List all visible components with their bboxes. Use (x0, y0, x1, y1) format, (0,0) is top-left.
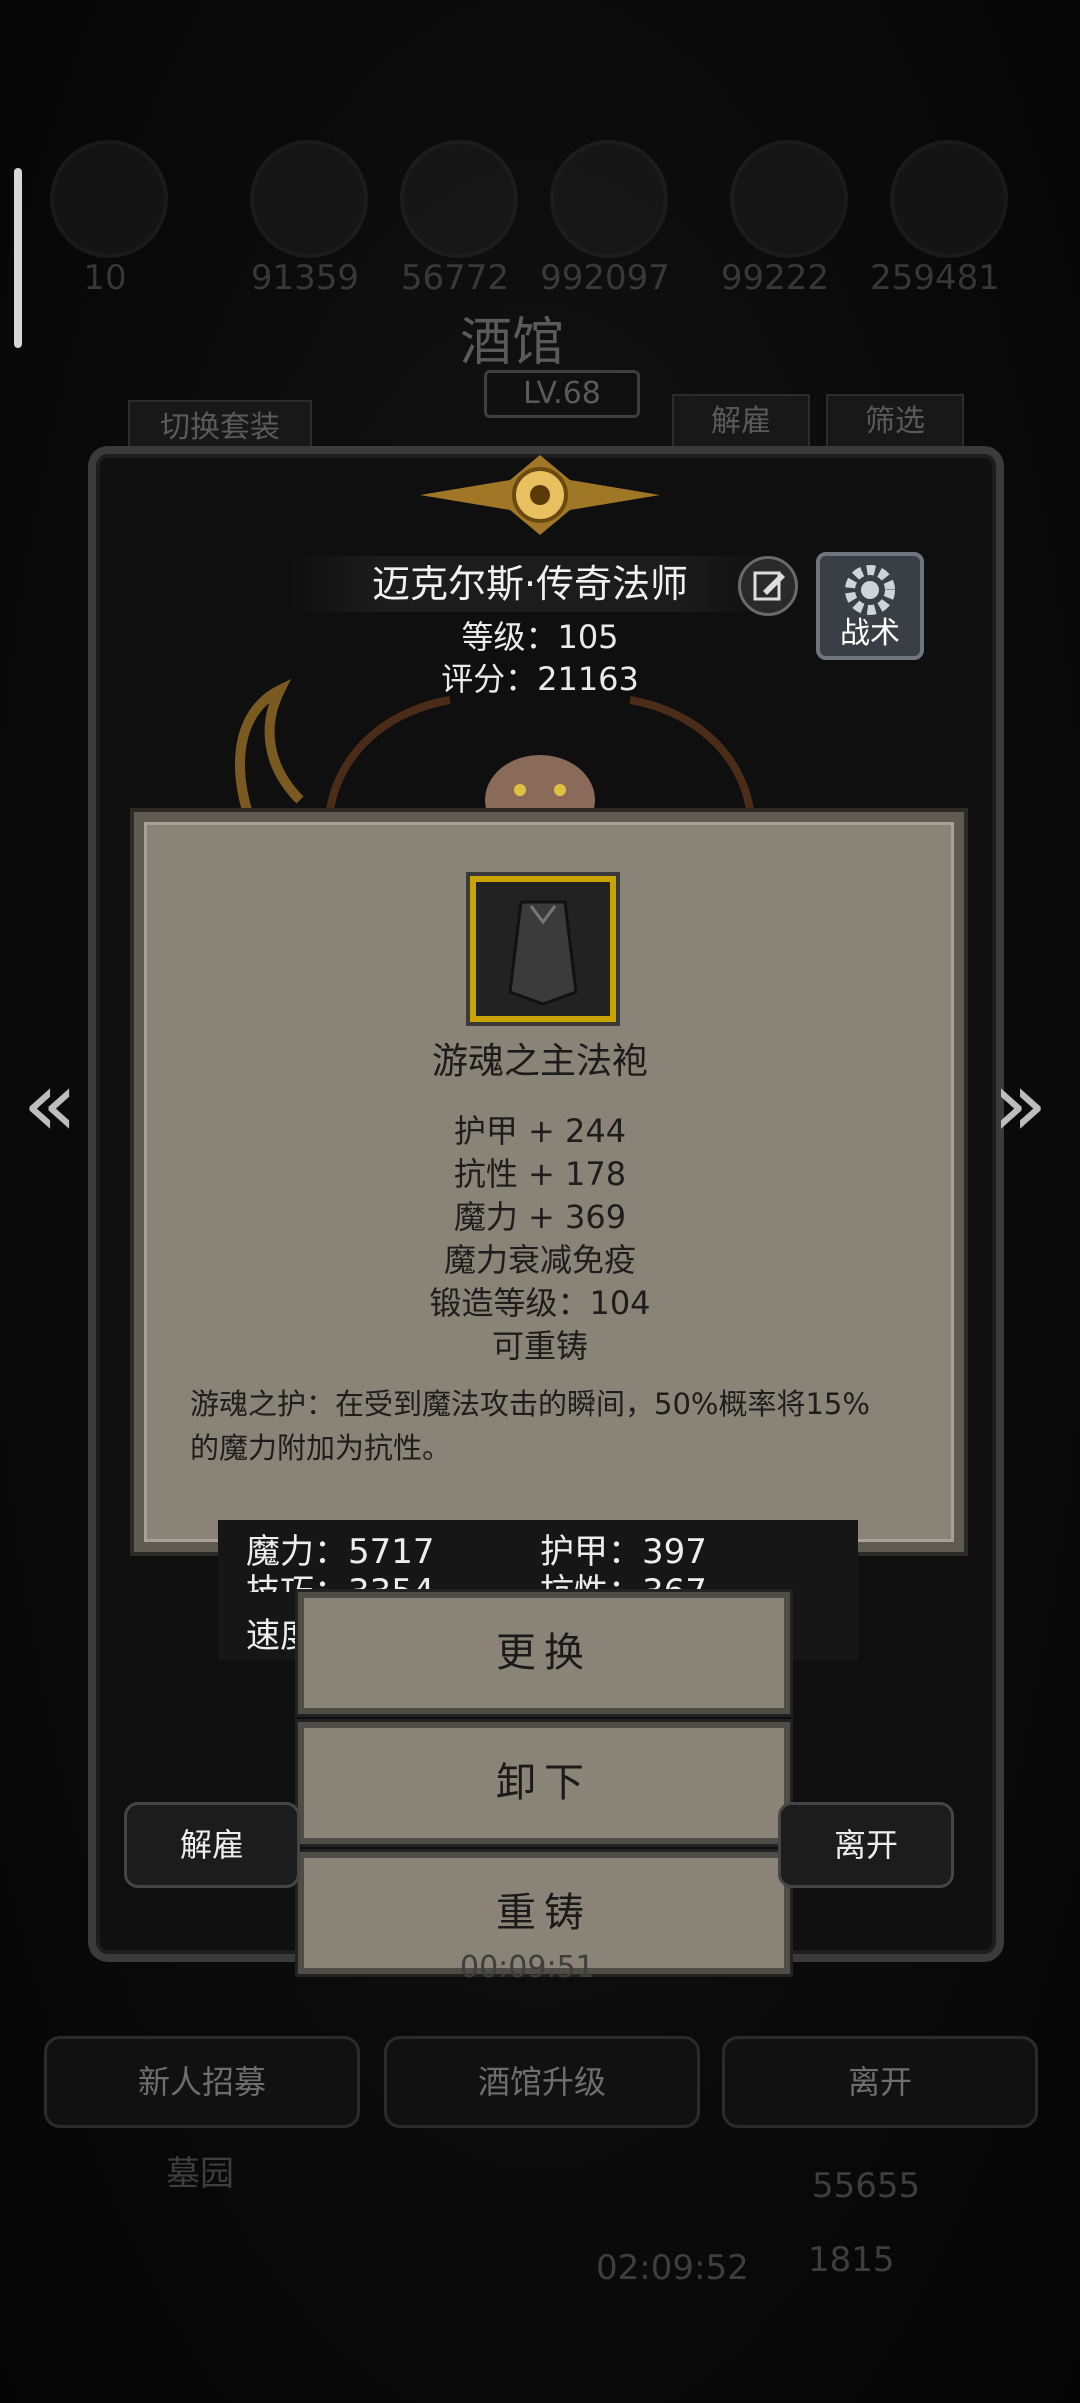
footer-timer: 02:09:52 (596, 2248, 749, 2288)
item-name: 游魂之主法袍 (431, 1041, 648, 1082)
item-attr-magic: 魔力 + 369 (453, 1198, 627, 1236)
resource-icon (250, 140, 368, 258)
recruit-button[interactable]: 新人招募 (44, 2036, 360, 2128)
resource-value: 10 (83, 258, 127, 298)
edit-icon (753, 571, 785, 601)
unequip-button[interactable]: 卸下 (298, 1722, 790, 1844)
replace-button[interactable]: 更换 (298, 1592, 790, 1714)
dismiss-filter-button[interactable]: 解雇 (672, 394, 810, 450)
tavern-title: 酒馆 (460, 313, 565, 373)
emblem-icon (420, 455, 660, 535)
stat-skill: 技巧：3354 (246, 1572, 435, 1592)
resource-icon (890, 140, 1008, 258)
tavern-level-badge: LV.68 (484, 370, 640, 418)
resource-value: 99222 (720, 258, 830, 298)
area-label: 墓园 (166, 2154, 234, 2194)
stat-resist: 抗性：367 (540, 1572, 707, 1592)
resource-icon (400, 140, 518, 258)
item-attr-resist: 抗性 + 178 (453, 1155, 627, 1193)
item-attr-reforgeable: 可重铸 (491, 1327, 588, 1365)
filter-button[interactable]: 筛选 (826, 394, 964, 450)
resource-value: 91359 (250, 258, 360, 298)
dim-timer: 00:09:51 (460, 1950, 595, 1985)
resource-icon (730, 140, 848, 258)
next-hero-arrow-icon[interactable]: » (990, 1055, 1050, 1155)
bottom-leave-button[interactable]: 离开 (722, 2036, 1038, 2128)
resource-bar: 10 91359 56772 992097 99222 259481 (40, 140, 1040, 300)
resource-value: 992097 (540, 258, 670, 298)
robe-icon (470, 876, 616, 1022)
avatar[interactable] (50, 140, 168, 258)
resource-value: 259481 (870, 258, 1000, 298)
item-attr-immunity: 魔力衰减免疫 (443, 1241, 636, 1279)
resource-icon (550, 140, 668, 258)
prev-hero-arrow-icon[interactable]: « (20, 1055, 80, 1155)
item-attr-forge-level: 锻造等级：104 (429, 1284, 651, 1322)
item-attr-armor: 护甲 + 244 (453, 1112, 627, 1150)
edit-name-button[interactable] (738, 556, 798, 616)
hero-name: 迈克尔斯·传奇法师 (371, 562, 689, 606)
gem-amount: 1815 (808, 2240, 895, 2280)
gold-amount: 55655 (812, 2166, 921, 2206)
tactics-label: 战术 (840, 616, 900, 651)
hero-portrait (235, 678, 754, 820)
tactics-button[interactable]: 战术 (816, 552, 924, 660)
tavern-upgrade-button[interactable]: 酒馆升级 (384, 2036, 700, 2128)
resource-value: 56772 (400, 258, 510, 298)
dismiss-button[interactable]: 解雇 (124, 1802, 300, 1888)
item-description: 游魂之护：在受到魔法攻击的瞬间，50%概率将15%的魔力附加为抗性。 (190, 1387, 870, 1465)
leave-button[interactable]: 离开 (778, 1802, 954, 1888)
scroll-indicator (14, 168, 22, 348)
